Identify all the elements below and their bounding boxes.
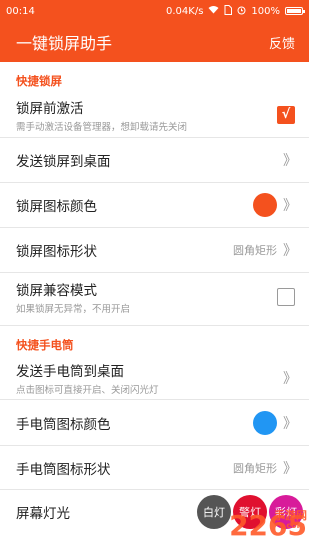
setting-label: 屏幕灯光: [16, 506, 70, 522]
chevron-right-icon: 》: [283, 153, 297, 169]
alarm-icon: [237, 5, 246, 18]
app-toolbar: 一键锁屏助手 反馈: [0, 22, 309, 62]
setting-send-flashlight-to-desktop[interactable]: 发送手电筒到桌面 点击图标可直接开启、关闭闪光灯 》: [0, 356, 309, 400]
compat-mode-checkbox[interactable]: [277, 288, 295, 306]
setting-lock-compat-mode[interactable]: 锁屏兼容模式 如果锁屏无异常，不用开启: [0, 273, 309, 321]
setting-label: 锁屏图标颜色: [16, 199, 97, 215]
network-speed: 0.04K/s: [166, 5, 204, 17]
check-icon: √: [281, 107, 291, 122]
setting-label: 锁屏图标形状: [16, 244, 97, 260]
feedback-button[interactable]: 反馈: [269, 33, 295, 52]
chevron-right-icon: 》: [283, 243, 297, 259]
chevron-right-icon: 》: [283, 415, 297, 432]
flashlight-icon-color-swatch[interactable]: [253, 410, 277, 435]
setting-label: 发送手电筒到桌面: [16, 363, 124, 380]
status-time: 00:14: [6, 5, 35, 17]
setting-lock-icon-shape[interactable]: 锁屏图标形状 圆角矩形 》: [0, 228, 309, 273]
status-bar: 00:14 0.04K/s 100%: [0, 0, 309, 22]
setting-description: 点击图标可直接开启、关闭闪光灯: [16, 384, 159, 396]
setting-flashlight-icon-color[interactable]: 手电筒图标颜色 》: [0, 400, 309, 446]
chevron-right-icon: 》: [283, 370, 297, 387]
app-title: 一键锁屏助手: [16, 34, 113, 53]
setting-description: 如果锁屏无异常，不用开启: [16, 304, 131, 315]
section-header-quick-flashlight: 快捷手电筒: [16, 338, 74, 352]
setting-label: 锁屏兼容模式: [16, 283, 97, 299]
setting-label: 手电筒图标形状: [16, 461, 111, 478]
setting-lock-icon-color[interactable]: 锁屏图标颜色 》: [0, 183, 309, 228]
sim-icon: [224, 4, 233, 18]
activate-checkbox[interactable]: √: [277, 105, 295, 124]
setting-label: 锁屏前激活: [16, 100, 84, 117]
wifi-icon: [208, 5, 219, 17]
battery-percent: 100%: [251, 5, 280, 17]
watermark-logo: 2265 手游网 .com: [229, 509, 307, 542]
lock-icon-color-swatch[interactable]: [253, 193, 277, 217]
setting-label: 发送锁屏到桌面: [16, 154, 111, 170]
flashlight-icon-shape-value: 圆角矩形: [233, 461, 277, 475]
setting-label: 手电筒图标颜色: [16, 416, 111, 433]
setting-send-lock-to-desktop[interactable]: 发送锁屏到桌面 》: [0, 138, 309, 183]
setting-activate-before-lock[interactable]: 锁屏前激活 需手动激活设备管理器，想卸载请先关闭 √: [0, 92, 309, 138]
chevron-right-icon: 》: [283, 460, 297, 477]
lock-icon-shape-value: 圆角矩形: [233, 244, 277, 257]
white-light-button[interactable]: 白灯: [197, 495, 231, 529]
setting-description: 需手动激活设备管理器，想卸载请先关闭: [16, 121, 188, 133]
battery-icon: [285, 7, 305, 15]
chevron-right-icon: 》: [283, 198, 297, 214]
section-header-quick-lock: 快捷锁屏: [16, 74, 62, 88]
setting-flashlight-icon-shape[interactable]: 手电筒图标形状 圆角矩形 》: [0, 446, 309, 490]
